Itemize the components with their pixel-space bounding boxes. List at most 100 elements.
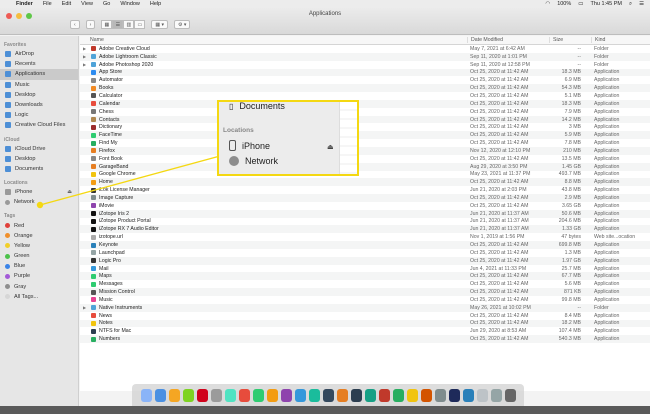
table-row[interactable]: iMovie Oct 25, 2020 at 11:42 AM 3.65 GB App… [80, 202, 650, 210]
column-header-kind[interactable]: Kind [591, 37, 650, 43]
dock-app-icon[interactable] [224, 388, 236, 402]
gallery-view-button[interactable]: ▭ [134, 20, 146, 29]
sidebar-tag-item[interactable]: All Tags... [0, 292, 78, 302]
dock-app-icon[interactable] [280, 388, 292, 402]
sidebar-item-music[interactable]: Music [0, 80, 78, 90]
dock-app-icon[interactable] [490, 388, 502, 402]
sidebar-item-iphone[interactable]: iPhone ⏏ [0, 187, 78, 197]
icon-view-button[interactable]: ▦ [101, 20, 113, 29]
table-row[interactable]: Image Capture Oct 25, 2020 at 11:42 AM 2.9… [80, 194, 650, 202]
sidebar-tag-item[interactable]: Yellow [0, 241, 78, 251]
dock-app-icon[interactable] [294, 388, 306, 402]
column-view-button[interactable]: ▥ [123, 20, 135, 29]
search-icon[interactable]: ⌕ [629, 1, 632, 8]
menu-file[interactable]: File [43, 1, 52, 7]
disclosure-triangle-icon[interactable]: ▶ [83, 54, 88, 59]
table-row[interactable]: Find My Oct 25, 2020 at 11:42 AM 7.8 MB App… [80, 139, 650, 147]
menu-edit[interactable]: Edit [62, 1, 71, 7]
disclosure-triangle-icon[interactable]: ▶ [83, 62, 88, 67]
dock-app-icon[interactable] [378, 388, 390, 402]
dock-app-icon[interactable] [196, 388, 208, 402]
table-row[interactable]: Dictionary Oct 25, 2020 at 11:42 AM 3 MB Ap… [80, 123, 650, 131]
sidebar-item-logic[interactable]: Logic [0, 110, 78, 120]
menu-go[interactable]: Go [103, 1, 110, 7]
table-row[interactable]: Contacts Oct 25, 2020 at 11:42 AM 14.2 MB A… [80, 115, 650, 124]
sidebar-item-applications[interactable]: Applications [0, 69, 78, 80]
table-row[interactable]: ▶ Native Instruments May 26, 2021 at 10:02… [80, 303, 650, 312]
table-row[interactable]: App Store Oct 25, 2020 at 11:42 AM 18.3 MB… [80, 68, 650, 77]
dock-app-icon[interactable] [322, 388, 334, 402]
dock-app-icon[interactable] [336, 388, 348, 402]
table-row[interactable]: ▶ Adobe Photoshop 2020 Sep 11, 2020 at 12:… [80, 61, 650, 69]
table-row[interactable]: Numbers Oct 25, 2020 at 11:42 AM 540.3 MB A… [80, 335, 650, 344]
table-row[interactable]: Home Oct 25, 2020 at 11:42 AM 8.8 MB Applic… [80, 178, 650, 187]
dock-app-icon[interactable] [448, 388, 460, 402]
wifi-icon[interactable]: ◠ [545, 1, 550, 7]
action-gear-button[interactable]: ⚙ ▾ [173, 20, 191, 29]
table-row[interactable]: iZotope Iris 2 Jun 21, 2020 at 11:37 AM 50… [80, 209, 650, 218]
dock-app-icon[interactable] [266, 388, 278, 402]
dock-app-icon[interactable] [364, 388, 376, 402]
back-button[interactable]: ‹ [70, 20, 80, 29]
table-row[interactable]: Music Oct 25, 2020 at 11:42 AM 99.8 MB Appl… [80, 296, 650, 304]
table-row[interactable]: Messages Oct 25, 2020 at 11:42 AM 5.6 MB Ap… [80, 280, 650, 288]
table-row[interactable]: News Oct 25, 2020 at 11:42 AM 8.4 MB Applic… [80, 312, 650, 320]
disclosure-triangle-icon[interactable]: ▶ [83, 305, 88, 310]
sidebar-item-icloud-documents[interactable]: Documents [0, 164, 78, 174]
table-row[interactable]: Font Book Oct 25, 2020 at 11:42 AM 13.5 MB… [80, 155, 650, 163]
clock[interactable]: Thu 1:45 PM [590, 1, 622, 7]
dock-app-icon[interactable] [168, 388, 180, 402]
table-row[interactable]: Calculator Oct 25, 2020 at 11:42 AM 5.1 MB… [80, 92, 650, 100]
group-button[interactable]: ▦ ▾ [151, 20, 168, 29]
dock-app-icon[interactable] [462, 388, 474, 402]
table-row[interactable]: NTFS for Mac Jun 29, 2020 at 8:53 AM 107.4… [80, 327, 650, 335]
sidebar-item-icloud-drive[interactable]: iCloud Drive [0, 144, 78, 154]
list-view-button[interactable]: ☰ [112, 20, 124, 29]
table-row[interactable]: ▶ Adobe Lightroom Classic Sep 11, 2020 at … [80, 52, 650, 61]
dock-app-icon[interactable] [210, 388, 222, 402]
table-row[interactable]: iLok License Manager Jun 21, 2020 at 2:03… [80, 186, 650, 194]
battery-icon[interactable]: ▭ [578, 1, 583, 7]
sidebar-tag-item[interactable]: Blue [0, 261, 78, 271]
table-row[interactable]: Notes Oct 25, 2020 at 11:42 AM 18.2 MB Appl… [80, 319, 650, 328]
menu-view[interactable]: View [81, 1, 93, 7]
control-center-icon[interactable]: ☰ [639, 1, 644, 7]
menu-help[interactable]: Help [150, 1, 161, 7]
dock-app-icon[interactable] [308, 388, 320, 402]
sidebar-tag-item[interactable]: Red [0, 220, 78, 230]
column-header-name[interactable]: Name [80, 37, 467, 43]
menu-window[interactable]: Window [120, 1, 140, 7]
dock-app-icon[interactable] [238, 388, 250, 402]
dock-app-icon[interactable] [182, 388, 194, 402]
table-row[interactable]: Keynote Oct 25, 2020 at 11:42 AM 699.8 MB A… [80, 241, 650, 249]
table-row[interactable]: Mail Jun 4, 2021 at 11:33 PM 25.7 MB Applic… [80, 265, 650, 273]
table-row[interactable]: Logic Pro Oct 25, 2020 at 11:42 AM 1.97 GB… [80, 256, 650, 265]
table-row[interactable]: Launchpad Oct 25, 2020 at 11:42 AM 1.3 MB A… [80, 249, 650, 257]
table-row[interactable]: iZotope RX 7 Audio Editor Jun 21, 2020 at… [80, 225, 650, 234]
dock-app-icon[interactable] [154, 388, 166, 402]
dock-app-icon[interactable] [252, 388, 264, 402]
dock-app-icon[interactable] [140, 388, 152, 402]
sidebar-item-downloads[interactable]: Downloads [0, 100, 78, 110]
dock-app-icon[interactable] [350, 388, 362, 402]
eject-icon[interactable]: ⏏ [67, 189, 72, 195]
table-row[interactable]: Automator Oct 25, 2020 at 11:42 AM 6.9 MB A… [80, 76, 650, 84]
sidebar-tag-item[interactable]: Green [0, 251, 78, 261]
sidebar-tag-item[interactable]: Gray [0, 282, 78, 292]
sidebar-item-network[interactable]: Network [0, 197, 78, 207]
table-row[interactable]: Firefox Nov 12, 2020 at 12:10 PM 210 MB App… [80, 146, 650, 155]
sidebar-item-desktop[interactable]: Desktop [0, 90, 78, 100]
dock-app-icon[interactable] [504, 388, 516, 402]
table-row[interactable]: izotope.url Nov 1, 2019 at 1:56 PM 47 byte… [80, 233, 650, 241]
table-row[interactable]: GarageBand Aug 29, 2020 at 3:50 PM 1.45 GB… [80, 162, 650, 171]
column-header-date[interactable]: Date Modified [467, 37, 549, 43]
table-row[interactable]: Calendar Oct 25, 2020 at 11:42 AM 18.3 MB A… [80, 99, 650, 108]
disclosure-triangle-icon[interactable]: ▶ [83, 46, 88, 51]
forward-button[interactable]: › [85, 20, 96, 29]
table-row[interactable]: Books Oct 25, 2020 at 11:42 AM 54.3 MB Appl… [80, 84, 650, 93]
dock-app-icon[interactable] [434, 388, 446, 402]
column-header-size[interactable]: Size [549, 37, 591, 43]
table-row[interactable]: Maps Oct 25, 2020 at 11:42 AM 67.7 MB Appli… [80, 272, 650, 281]
table-row[interactable]: ▶ Adobe Creative Cloud May 7, 2021 at 6:42… [80, 45, 650, 53]
table-row[interactable]: iZotope Product Portal Jun 21, 2020 at 11… [80, 218, 650, 226]
